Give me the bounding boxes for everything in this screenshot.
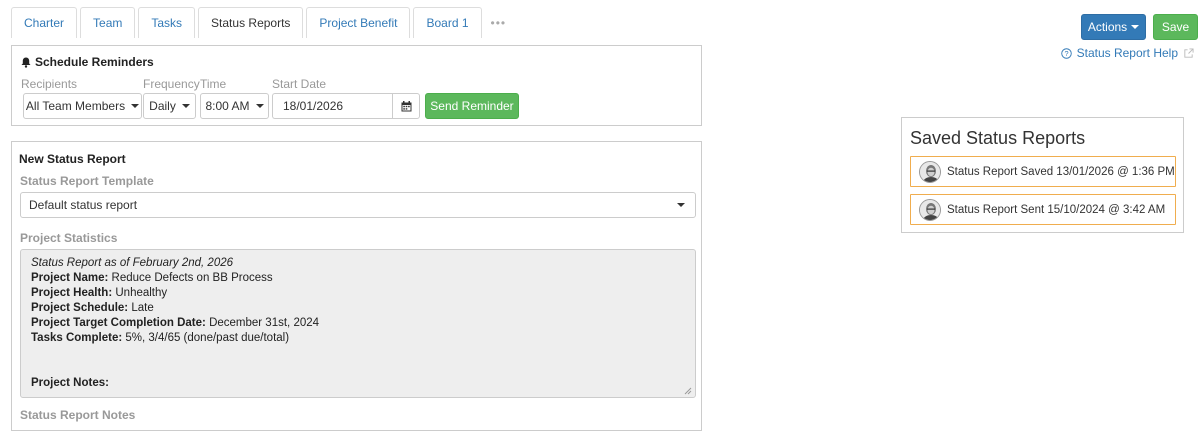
schedule-reminders-panel: Schedule Reminders Recipients Frequency … <box>11 45 702 126</box>
external-link-icon <box>1184 47 1194 58</box>
frequency-value: Daily <box>149 99 176 113</box>
stats-value: Unhealthy <box>112 287 168 299</box>
frequency-select[interactable]: Daily <box>143 93 196 119</box>
user-photo-icon <box>920 199 940 220</box>
save-button[interactable]: Save <box>1153 14 1198 40</box>
stats-project-notes: Project Notes: <box>31 376 685 391</box>
project-statistics-label: Project Statistics <box>20 231 118 245</box>
schedule-reminders-title-text: Schedule Reminders <box>35 55 154 69</box>
send-reminder-button[interactable]: Send Reminder <box>425 93 519 119</box>
user-photo-icon <box>920 161 940 182</box>
bell-icon <box>21 57 31 68</box>
stats-key: Tasks Complete: <box>31 332 123 344</box>
recipients-value: All Team Members <box>25 99 126 113</box>
saved-report-text: Status Report Saved 13/01/2026 @ 1:36 PM <box>947 165 1175 178</box>
stats-as-of: Status Report as of February 2nd, 2026 <box>31 257 234 269</box>
svg-text:?: ? <box>1064 48 1068 57</box>
stats-project-name: Project Name: Reduce Defects on BB Proce… <box>31 271 685 286</box>
stats-spacer <box>31 346 685 376</box>
more-tabs-icon[interactable]: ••• <box>491 16 507 30</box>
stats-key: Project Name: <box>31 272 109 284</box>
new-status-report-title: New Status Report <box>19 152 126 166</box>
chevron-down-icon <box>181 104 190 108</box>
start-date-label: Start Date <box>272 77 327 91</box>
stats-project-health: Project Health: Unhealthy <box>31 286 685 301</box>
stats-project-schedule: Project Schedule: Late <box>31 301 685 316</box>
stats-target-date: Project Target Completion Date: December… <box>31 316 685 331</box>
stats-key: Project Notes: <box>31 377 109 389</box>
tab-board-1[interactable]: Board 1 <box>413 7 482 38</box>
saved-report-text: Status Report Sent 15/10/2024 @ 3:42 AM <box>947 203 1166 216</box>
status-report-help-link[interactable]: ? Status Report Help <box>1060 46 1194 60</box>
tab-tasks[interactable]: Tasks <box>138 7 196 38</box>
saved-status-reports-title: Saved Status Reports <box>910 128 1086 148</box>
resize-handle-icon[interactable] <box>684 387 692 395</box>
schedule-reminders-title: Schedule Reminders <box>21 55 154 69</box>
chevron-down-icon <box>677 203 685 207</box>
avatar <box>919 198 941 221</box>
stats-value: Late <box>128 302 154 314</box>
stats-tasks-complete: Tasks Complete: 5%, 3/4/65 (done/past du… <box>31 331 685 346</box>
time-select[interactable]: 8:00 AM <box>200 93 269 119</box>
stats-key: Project Schedule: <box>31 302 129 314</box>
calendar-icon <box>401 100 411 111</box>
time-value: 8:00 AM <box>205 99 250 113</box>
recipients-select[interactable]: All Team Members <box>23 93 142 119</box>
time-label: Time <box>200 77 227 91</box>
new-status-report-panel: New Status Report Status Report Template… <box>11 141 702 431</box>
avatar <box>919 160 941 183</box>
stats-key: Project Health: <box>31 287 113 299</box>
start-date-input[interactable]: 18/01/2026 <box>272 93 393 119</box>
tab-bar: Charter Team Tasks Status Reports Projec… <box>11 7 506 38</box>
help-circle-icon: ? <box>1060 47 1072 59</box>
saved-report-item[interactable]: Status Report Sent 15/10/2024 @ 3:42 AM <box>910 194 1176 225</box>
template-value: Default status report <box>29 198 138 212</box>
actions-button[interactable]: Actions <box>1081 14 1146 40</box>
chevron-down-icon <box>255 104 264 108</box>
template-label: Status Report Template <box>20 174 154 188</box>
chevron-down-icon <box>131 104 140 108</box>
tab-team[interactable]: Team <box>80 7 136 38</box>
recipients-label: Recipients <box>21 77 78 91</box>
template-select[interactable]: Default status report <box>20 192 696 218</box>
chevron-down-icon <box>1131 25 1140 29</box>
calendar-button[interactable] <box>392 93 420 119</box>
stats-key: Project Target Completion Date: <box>31 317 206 329</box>
stats-value: 5%, 3/4/65 (done/past due/total) <box>122 332 290 344</box>
frequency-label: Frequency <box>143 77 200 91</box>
tab-charter[interactable]: Charter <box>11 7 78 38</box>
tab-status-reports[interactable]: Status Reports <box>198 7 304 38</box>
stats-value: Reduce Defects on BB Process <box>108 272 273 284</box>
saved-status-reports-panel: Saved Status Reports Status Report Saved… <box>901 117 1184 233</box>
project-statistics-textarea[interactable]: Status Report as of February 2nd, 2026 P… <box>20 249 696 398</box>
tab-project-benefit[interactable]: Project Benefit <box>306 7 411 38</box>
stats-value: December 31st, 2024 <box>205 317 320 329</box>
status-report-notes-label: Status Report Notes <box>20 408 136 422</box>
help-link-label: Status Report Help <box>1076 46 1178 60</box>
saved-report-item[interactable]: Status Report Saved 13/01/2026 @ 1:36 PM <box>910 156 1176 187</box>
actions-button-label: Actions <box>1087 20 1128 34</box>
